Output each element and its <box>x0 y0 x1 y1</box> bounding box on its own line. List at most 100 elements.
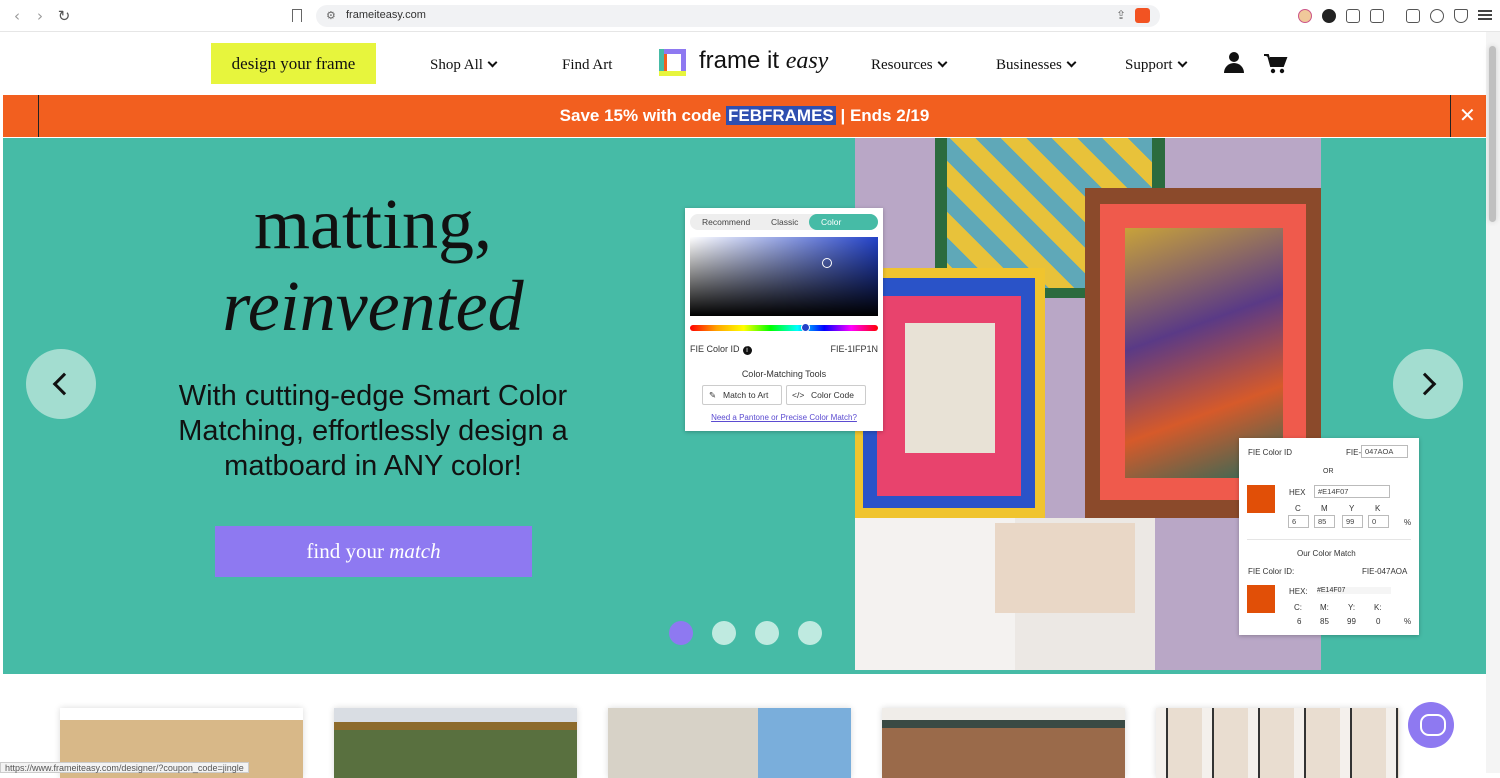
nav-support[interactable]: Support <box>1125 57 1187 74</box>
our-color-match-title: Our Color Match <box>1297 549 1356 558</box>
forward-icon[interactable]: › <box>31 7 49 25</box>
tab-classic[interactable]: Classic <box>771 217 798 227</box>
hue-slider[interactable] <box>690 323 878 332</box>
vpn-shield-icon[interactable] <box>1454 9 1468 23</box>
nav-businesses[interactable]: Businesses <box>996 57 1077 74</box>
tab-color-picker[interactable]: Color Picker <box>809 214 878 243</box>
address-url[interactable]: frameiteasy.com <box>346 9 426 21</box>
tab-recommend[interactable]: Recommend <box>702 217 750 227</box>
carousel-next-button[interactable] <box>1393 349 1463 419</box>
site-header: design your frame Shop All Find Art fram… <box>0 33 1486 94</box>
extension-icon[interactable] <box>1298 9 1312 23</box>
match-to-art-button[interactable]: ✎ Match to Art <box>702 385 782 405</box>
fie-color-id-label: FIE Color ID i <box>690 344 752 355</box>
browser-toolbar: ‹ › ↻ ⚙ frameiteasy.com ⇪ <box>0 0 1500 32</box>
brave-shields-icon[interactable] <box>1135 8 1150 23</box>
scrollbar-thumb[interactable] <box>1489 46 1496 222</box>
our-y-value: 99 <box>1347 617 1356 626</box>
category-card[interactable] <box>1156 708 1399 778</box>
cmyk-y-label: Y <box>1349 504 1355 513</box>
site-settings-icon[interactable]: ⚙ <box>326 9 336 22</box>
back-icon[interactable]: ‹ <box>8 7 26 25</box>
nav-resources-label: Resources <box>871 57 933 73</box>
hex-label: HEX <box>1289 488 1306 497</box>
nav-resources[interactable]: Resources <box>871 57 948 74</box>
color-matching-tools-title: Color-Matching Tools <box>741 369 827 379</box>
color-swatch <box>1247 485 1275 513</box>
find-match-label-italic: match <box>389 539 441 563</box>
carousel-dot[interactable] <box>755 621 779 645</box>
color-match-card: FIE Color ID FIE- 047AOA OR HEX #E14F07 … <box>1239 438 1419 635</box>
our-c-label: C: <box>1294 603 1302 612</box>
cmyk-m-label: M <box>1321 504 1328 513</box>
fie-id-input[interactable]: 047AOA <box>1361 445 1408 458</box>
picker-tabs: Recommend Classic Color Picker <box>690 214 878 243</box>
pantone-link[interactable]: Need a Pantone or Precise Color Match? <box>685 413 883 422</box>
color-code-button[interactable]: </> Color Code <box>786 385 866 405</box>
code-icon: </> <box>792 390 805 400</box>
our-m-label: M: <box>1320 603 1329 612</box>
our-m-value: 85 <box>1320 617 1329 626</box>
extension-icon[interactable] <box>1322 9 1336 23</box>
category-grid <box>0 674 1486 778</box>
page-scrollbar[interactable] <box>1486 32 1500 773</box>
promo-code[interactable]: FEBFRAMES <box>725 106 836 125</box>
cmyk-c-label: C <box>1295 504 1301 513</box>
carousel-dot[interactable] <box>669 621 693 645</box>
chat-support-icon[interactable] <box>1408 702 1454 748</box>
chevron-down-icon <box>937 57 948 68</box>
account-icon[interactable] <box>1223 52 1245 74</box>
reload-icon[interactable]: ↻ <box>55 7 73 25</box>
hex-input[interactable]: #E14F07 <box>1314 485 1390 498</box>
info-icon[interactable]: i <box>742 346 752 355</box>
nav-support-label: Support <box>1125 57 1173 73</box>
hero-subtitle: With cutting-edge Smart Color Matching, … <box>178 380 568 482</box>
leo-ai-icon[interactable] <box>1430 9 1444 23</box>
category-card[interactable] <box>882 708 1125 778</box>
our-k-label: K: <box>1374 603 1382 612</box>
extension-icon[interactable] <box>1370 9 1384 23</box>
chevron-down-icon <box>1066 57 1077 68</box>
nav-find-art[interactable]: Find Art <box>562 57 612 74</box>
cart-icon[interactable] <box>1264 53 1288 75</box>
find-match-label: find your <box>306 539 390 563</box>
promo-suffix: | Ends 2/19 <box>835 106 930 125</box>
find-your-match-button[interactable]: find your match <box>215 526 532 577</box>
color-handle[interactable] <box>822 258 832 268</box>
share-icon[interactable]: ⇪ <box>1116 8 1126 22</box>
our-hex-value: #E14F07 <box>1317 587 1391 594</box>
logo-text-italic: easy <box>785 48 829 74</box>
nav-shop-all[interactable]: Shop All <box>430 57 498 74</box>
category-card[interactable] <box>608 708 851 778</box>
carousel-dot[interactable] <box>712 621 736 645</box>
card-fie-label: FIE Color ID <box>1248 448 1293 457</box>
hue-knob[interactable] <box>801 323 810 332</box>
design-your-frame-button[interactable]: design your frame <box>211 43 376 84</box>
match-to-art-label: Match to Art <box>723 390 769 400</box>
category-card[interactable] <box>334 708 577 778</box>
cmyk-k-input[interactable]: 0 <box>1368 515 1389 528</box>
or-label: OR <box>1323 468 1334 475</box>
hero-headline-line1: matting, <box>254 184 492 264</box>
cmyk-y-input[interactable]: 99 <box>1342 515 1363 528</box>
wallet-icon[interactable] <box>1406 9 1420 23</box>
hero-carousel: matting, reinvented With cutting-edge Sm… <box>3 138 1486 674</box>
logo-text-main: frame it <box>699 47 780 74</box>
cmyk-c-input[interactable]: 6 <box>1288 515 1309 528</box>
bookmark-icon[interactable] <box>292 9 302 22</box>
color-code-label: Color Code <box>811 390 854 400</box>
cmyk-m-input[interactable]: 85 <box>1314 515 1335 528</box>
browser-menu-icon[interactable] <box>1478 8 1492 22</box>
carousel-prev-button[interactable] <box>26 349 96 419</box>
carousel-dot[interactable] <box>798 621 822 645</box>
saturation-field[interactable] <box>690 237 878 316</box>
status-bar-link: https://www.frameiteasy.com/designer/?co… <box>0 762 249 773</box>
our-k-value: 0 <box>1376 617 1381 626</box>
our-y-label: Y: <box>1348 603 1356 612</box>
address-bar[interactable]: ⚙ frameiteasy.com ⇪ <box>316 5 1160 27</box>
hero-headline-line2: reinvented <box>222 266 524 346</box>
extensions-puzzle-icon[interactable] <box>1346 9 1360 23</box>
chevron-down-icon <box>487 57 498 68</box>
close-icon[interactable]: ✕ <box>1459 103 1476 127</box>
cmyk-k-label: K <box>1375 504 1381 513</box>
